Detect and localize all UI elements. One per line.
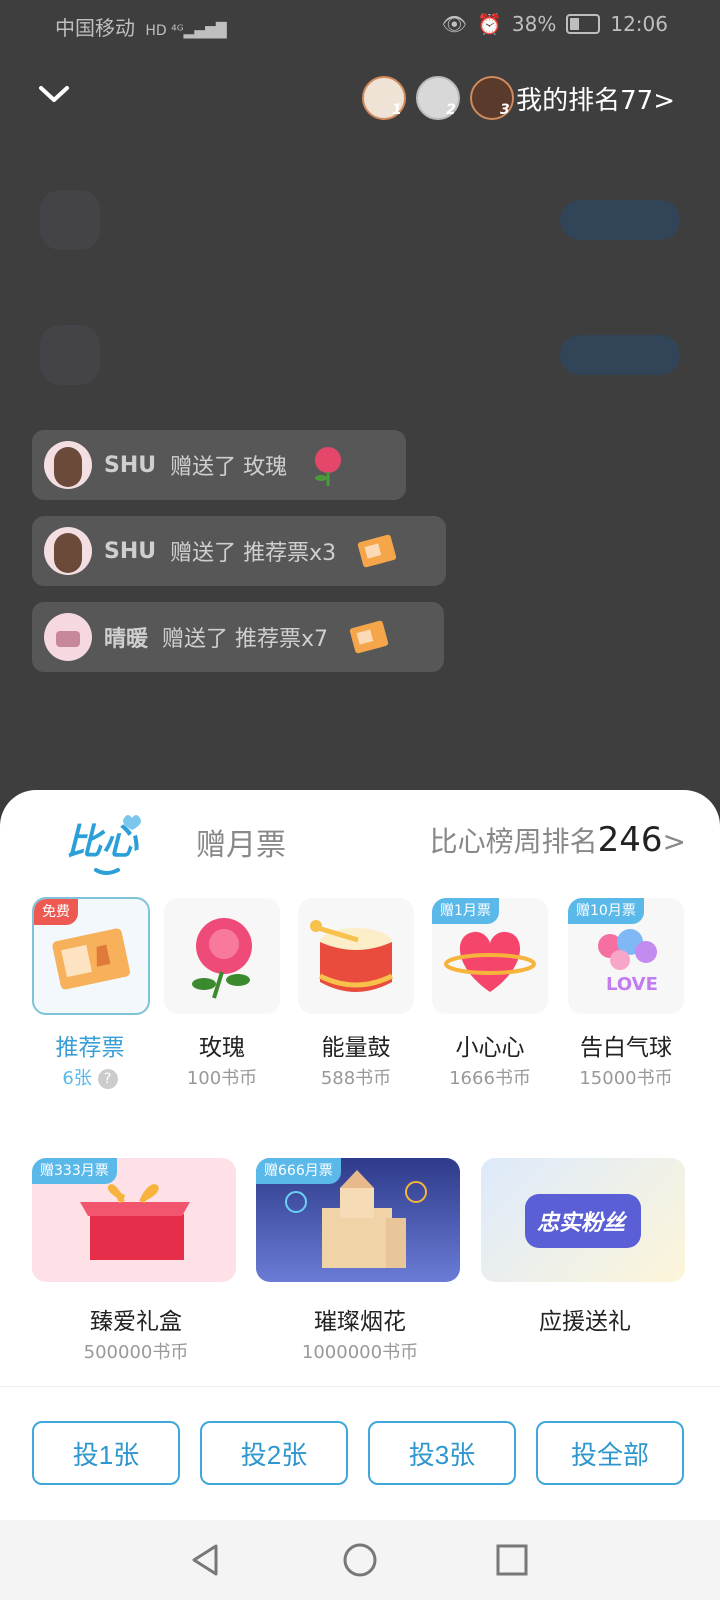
clock: 12:06 — [610, 12, 668, 36]
bonus-tag: 赠666月票 — [256, 1158, 341, 1184]
back-icon[interactable] — [186, 1540, 226, 1580]
ticket-count: 6张 — [62, 1068, 92, 1089]
feed-user-name: SHU — [104, 452, 157, 478]
eye-icon: 👁 — [441, 12, 467, 36]
battery-percent: 38% — [511, 12, 557, 36]
fan-badge-text: 忠实粉丝 — [537, 1210, 628, 1236]
gift-price: 1000000书币 — [301, 1342, 419, 1363]
gift-name: 臻爱礼盒 — [90, 1309, 182, 1335]
avatar — [44, 441, 92, 489]
gift-name: 小心心 — [455, 1035, 525, 1061]
gift-rose[interactable] — [164, 898, 280, 1014]
recents-icon[interactable] — [492, 1540, 532, 1580]
vote-all-button[interactable]: 投全部 — [536, 1421, 684, 1485]
gift-feed-item: SHU 赠送了 推荐票x3 — [32, 516, 446, 586]
tab-monthly-ticket[interactable]: 赠月票 — [196, 820, 286, 864]
fan-badge-icon: 忠实粉丝 — [525, 1194, 641, 1248]
avatar — [44, 613, 92, 661]
home-icon[interactable] — [340, 1540, 380, 1580]
gift-name: 玫瑰 — [199, 1035, 245, 1061]
free-tag: 免费 — [34, 899, 78, 925]
vote-3-button[interactable]: 投3张 — [368, 1421, 516, 1485]
ticket-icon — [349, 620, 389, 654]
gift-little-heart[interactable]: 赠1月票 — [432, 898, 548, 1014]
rank-1-number: 1 — [392, 102, 402, 118]
gift-name: 应援送礼 — [539, 1309, 631, 1335]
gift-love-box[interactable]: 赠333月票 — [32, 1158, 236, 1282]
weekly-rank-label: 比心榜周排名 — [429, 825, 598, 858]
gift-name: 璀璨烟花 — [314, 1309, 406, 1335]
gift-name: 推荐票 — [55, 1035, 125, 1061]
weekly-rank-link[interactable]: 比心榜周排名246> — [430, 820, 686, 860]
carrier-label: 中国移动 — [55, 16, 135, 40]
feed-text: 赠送了 玫瑰 — [170, 455, 288, 480]
bonus-tag: 赠333月票 — [32, 1158, 117, 1184]
rank-2-number: 2 — [446, 102, 456, 118]
weekly-rank-arrow: > — [662, 825, 686, 858]
blurred-item — [560, 200, 680, 240]
weekly-rank-value: 246 — [597, 820, 663, 860]
status-bar: 中国移动 HD ⁴ᴳ▂▄▆█ 👁 ⏰ 38% 12:06 — [0, 0, 720, 50]
vote-1-button[interactable]: 投1张 — [32, 1421, 180, 1485]
feed-user-name: SHU — [104, 538, 157, 564]
gift-fireworks[interactable]: 赠666月票 — [256, 1158, 460, 1282]
rank-3-number: 3 — [500, 102, 510, 118]
feed-text: 赠送了 推荐票x7 — [162, 627, 329, 652]
rose-icon — [315, 447, 342, 486]
blurred-item — [40, 190, 100, 250]
gift-feed-item: SHU 赠送了 玫瑰 — [32, 430, 406, 500]
avatar — [44, 527, 92, 575]
ticket-icon — [358, 534, 397, 568]
blurred-item — [40, 325, 100, 385]
logo-text: 比心 — [66, 822, 139, 863]
system-nav-bar — [0, 1520, 720, 1600]
drum-icon — [310, 920, 394, 992]
gift-name: 能量鼓 — [321, 1035, 391, 1061]
alarm-icon: ⏰ — [477, 12, 502, 36]
blurred-item — [560, 335, 680, 375]
gift-recommend-ticket[interactable]: 免费 — [32, 897, 150, 1015]
gift-price: 15000书币 — [579, 1068, 673, 1089]
chevron-down-icon[interactable] — [38, 84, 70, 104]
divider — [0, 1386, 720, 1387]
bonus-tag: 赠10月票 — [568, 898, 644, 924]
gift-feed-item: 晴暖 赠送了 推荐票x7 — [32, 602, 444, 672]
top-bar: 1 2 3 我的排名77> — [0, 70, 720, 130]
signal-icon: HD ⁴ᴳ▂▄▆█ — [145, 23, 227, 39]
gift-price: 500000书币 — [83, 1342, 189, 1363]
feed-user-name: 晴暖 — [104, 627, 149, 652]
vote-2-button[interactable]: 投2张 — [200, 1421, 348, 1485]
bixin-logo[interactable]: 比心 — [66, 810, 146, 880]
feed-text: 赠送了 推荐票x3 — [170, 541, 337, 566]
bonus-tag: 赠1月票 — [432, 898, 499, 924]
my-rank-link[interactable]: 我的排名77> — [516, 80, 675, 117]
gift-energy-drum[interactable] — [298, 898, 414, 1014]
battery-icon — [566, 14, 601, 34]
rose-icon — [192, 918, 252, 999]
gift-confession-balloon[interactable]: 赠10月票 LOVE — [568, 898, 684, 1014]
help-icon[interactable]: ? — [97, 1069, 118, 1089]
gift-support[interactable]: 忠实粉丝 — [481, 1158, 685, 1282]
balloon-text: LOVE — [606, 974, 658, 995]
gift-name: 告白气球 — [580, 1035, 672, 1061]
